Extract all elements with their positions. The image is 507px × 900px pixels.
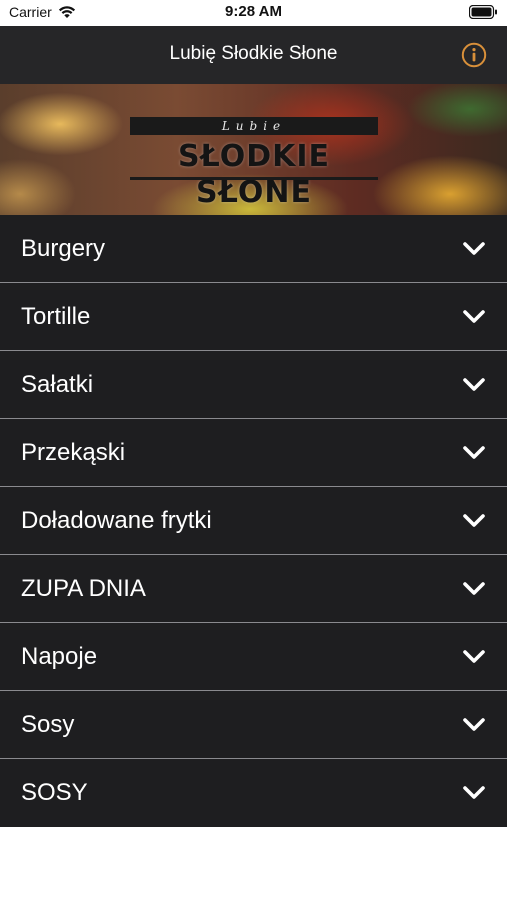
chevron-down-icon <box>463 378 485 391</box>
chevron-down-icon <box>463 514 485 527</box>
restaurant-logo: Lubie SŁODKIE SŁONE <box>130 117 378 210</box>
nav-title: Lubię Słodkie Słone <box>169 43 338 64</box>
menu-item-label: Burgery <box>21 235 106 262</box>
menu-item-label: Doładowane frytki <box>21 507 212 534</box>
chevron-down-icon <box>463 718 485 731</box>
chevron-down-icon <box>463 242 485 255</box>
chevron-down-icon <box>463 310 485 323</box>
menu-item-przekaski[interactable]: Przekąski <box>0 419 507 487</box>
menu-item-label: Przekąski <box>21 439 126 466</box>
menu-item-label: Napoje <box>21 643 98 670</box>
menu-item-label: SOSY <box>21 779 88 806</box>
menu-item-tortille[interactable]: Tortille <box>0 283 507 351</box>
info-icon <box>461 42 487 68</box>
battery-icon <box>468 4 498 24</box>
menu-item-label: ZUPA DNIA <box>21 575 146 602</box>
logo-small-text: Lubie <box>130 117 378 135</box>
status-bar: Carrier 9:28 AM <box>0 0 507 26</box>
menu-item-sosy-uppercase[interactable]: SOSY <box>0 759 507 827</box>
chevron-down-icon <box>463 446 485 459</box>
status-time: 9:28 AM <box>225 3 282 20</box>
chevron-down-icon <box>463 582 485 595</box>
menu-item-salatki[interactable]: Sałatki <box>0 351 507 419</box>
menu-item-label: Sosy <box>21 711 75 738</box>
logo-main-text: SŁODKIE SŁONE <box>177 139 331 210</box>
menu-category-list: Burgery Tortille Sałatki Przekąski Doład… <box>0 215 507 827</box>
menu-item-burgery[interactable]: Burgery <box>0 215 507 283</box>
menu-item-label: Tortille <box>21 303 91 330</box>
info-button[interactable] <box>461 42 487 68</box>
menu-item-sosy[interactable]: Sosy <box>0 691 507 759</box>
menu-item-zupa-dnia[interactable]: ZUPA DNIA <box>0 555 507 623</box>
chevron-down-icon <box>463 650 485 663</box>
chevron-down-icon <box>463 786 485 799</box>
navigation-bar: Lubię Słodkie Słone <box>0 26 507 84</box>
logo-underline <box>130 177 378 180</box>
header-banner: Lubie SŁODKIE SŁONE <box>0 84 507 215</box>
menu-item-label: Sałatki <box>21 371 94 398</box>
menu-item-doladowane-frytki[interactable]: Doładowane frytki <box>0 487 507 555</box>
menu-item-napoje[interactable]: Napoje <box>0 623 507 691</box>
